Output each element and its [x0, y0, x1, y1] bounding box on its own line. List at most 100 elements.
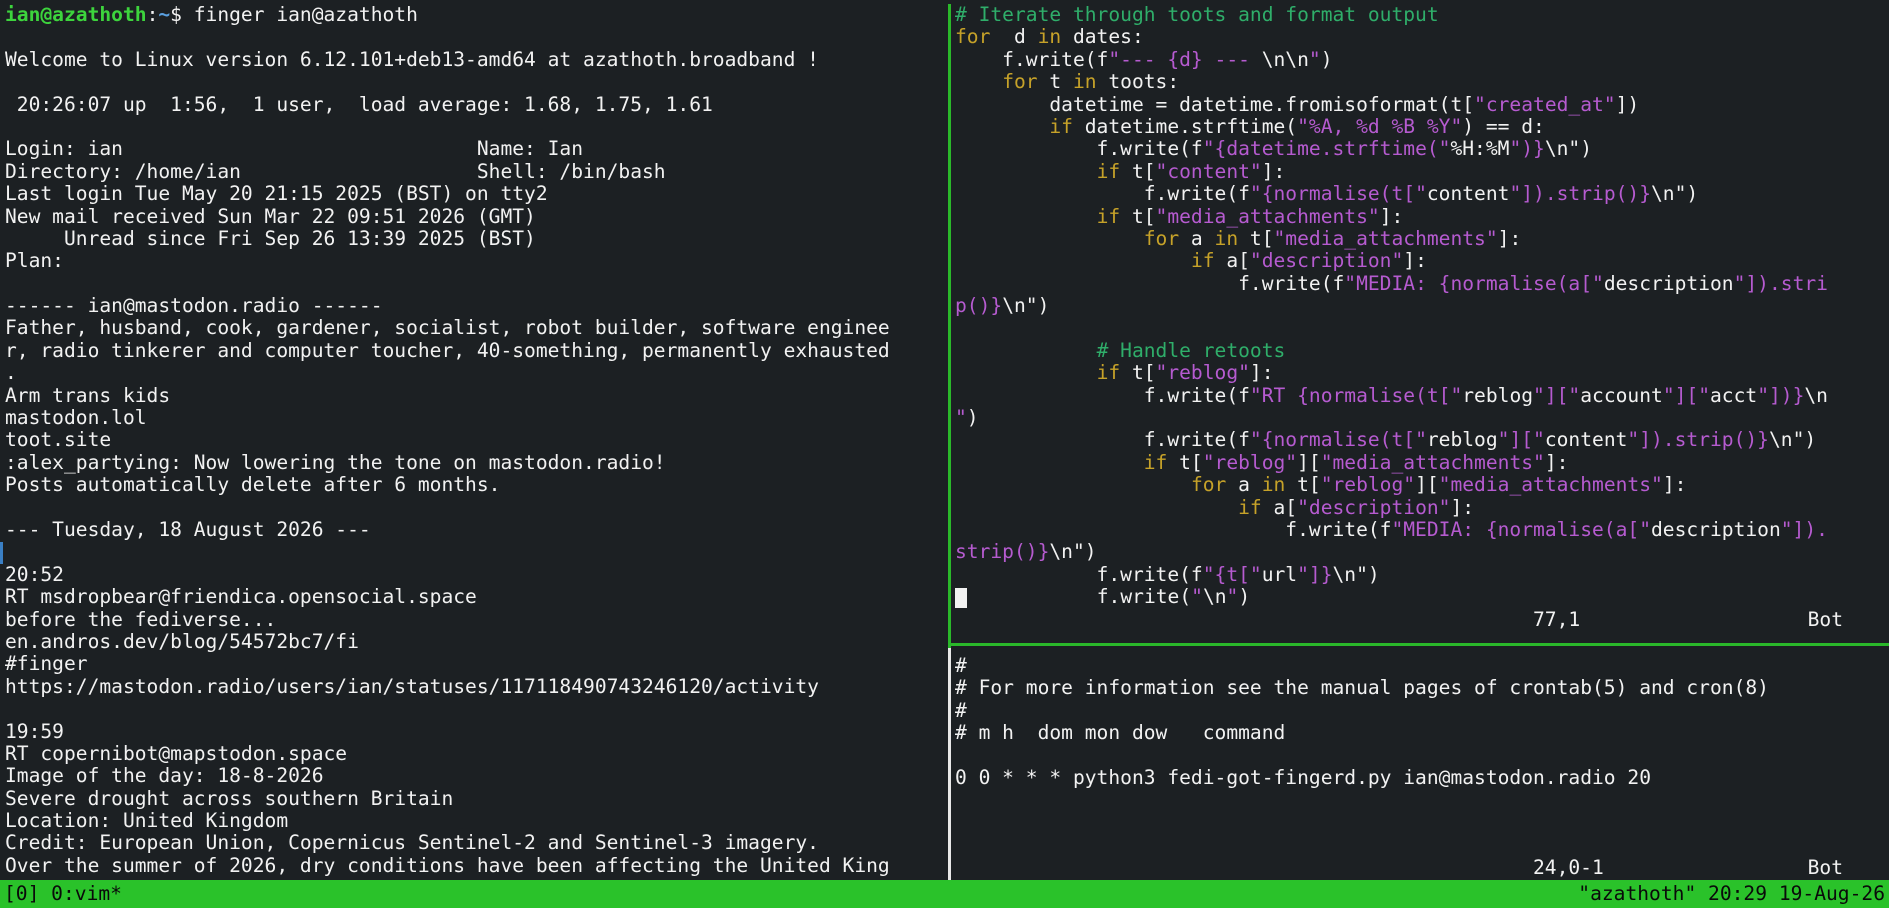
code-token: "MEDIA: {normalise(a[": [1391, 517, 1651, 541]
terminal-output-line: Credit: European Union, Copernicus Senti…: [5, 831, 819, 855]
vim-cursor: [955, 587, 967, 608]
crontab-ruler-position: 24,0-1: [1533, 855, 1604, 879]
code-token: ): [1320, 47, 1333, 71]
code-token: ]): [1615, 92, 1640, 116]
code-token: \n\n: [1261, 47, 1309, 71]
code-token: \n"): [1651, 182, 1699, 206]
code-token: \n: [1202, 585, 1227, 609]
code-line: strip()}\n"): [955, 541, 1885, 563]
code-token: "media_attachments": [1320, 450, 1545, 474]
vim-ruler-position: 77,1: [1533, 607, 1581, 631]
code-token: ): [1238, 585, 1251, 609]
code-editor[interactable]: # Iterate through toots and format outpu…: [955, 4, 1885, 609]
crontab-editor-pane[interactable]: # # For more information see the manual p…: [955, 655, 1885, 880]
code-token: "{datetime.strftime(": [1202, 137, 1451, 161]
code-token: \n"): [1544, 137, 1593, 161]
code-token: \n"): [1002, 294, 1050, 318]
crontab-line: # For more information see the manual pa…: [955, 676, 1769, 700]
terminal-output-line: before the fediverse...: [5, 607, 277, 631]
code-token: # Handle retoots: [1096, 338, 1286, 362]
code-token: t[: [1120, 159, 1156, 183]
code-token: "RT {normalise(t[": [1249, 383, 1463, 407]
code-token: for: [1002, 70, 1038, 94]
code-token: \n: [1804, 383, 1828, 407]
code-line: for d in dates:: [955, 26, 1885, 48]
left-terminal-pane[interactable]: ian@azathoth:~$ finger ian@azathoth Welc…: [5, 4, 945, 879]
crontab-line: [955, 745, 1885, 767]
code-token: account: [1580, 383, 1663, 407]
crontab-content[interactable]: # # For more information see the manual p…: [955, 655, 1885, 857]
code-token: in: [1037, 25, 1062, 49]
code-line: f.write(f"{normalise(t["content"]).strip…: [955, 182, 1885, 206]
code-token: "][": [1662, 383, 1710, 407]
code-token: "content": [1155, 159, 1262, 183]
code-line: f.write(f"RT {normalise(t["reblog"]["acc…: [955, 383, 1885, 407]
terminal-output-line: https://mastodon.radio/users/ian/statuse…: [5, 674, 819, 698]
code-line: p()}\n"): [955, 294, 1885, 318]
vim-editor-pane[interactable]: # Iterate through toots and format outpu…: [955, 4, 1885, 640]
code-token: "]).stri: [1733, 271, 1828, 295]
code-token: "MEDIA: {normalise(a[": [1344, 271, 1604, 295]
code-token: \n"): [1768, 428, 1817, 452]
terminal-output-line: RT copernibot@mapstodon.space: [5, 741, 348, 765]
code-token: for: [1143, 226, 1180, 250]
code-token: toots:: [1096, 70, 1180, 94]
code-token: ": [955, 406, 967, 430]
terminal-output-line: toot.site: [5, 428, 112, 452]
tmux-window-list[interactable]: [0] 0:vim*: [4, 880, 122, 908]
code-line: for t in toots:: [955, 70, 1885, 94]
terminal-output-line: r, radio tinkerer and computer toucher, …: [5, 338, 890, 362]
code-token: "]).strip()}: [1627, 428, 1769, 452]
code-token: ": [1308, 47, 1321, 71]
code-line: f.write(f"{datetime.strftime("%H:%M")}\n…: [955, 138, 1885, 160]
terminal-output-line: Posts automatically delete after 6 month…: [5, 473, 501, 497]
tmux-status-bar: [0] 0:vim* "azathoth" 20:29 19-Aug-26: [0, 880, 1889, 908]
horizontal-pane-divider[interactable]: [951, 643, 1889, 646]
terminal-output-line: New mail received Sun Mar 22 09:51 2026 …: [5, 204, 536, 228]
code-token: t[: [1120, 204, 1156, 228]
code-line: # Iterate through toots and format outpu…: [955, 4, 1885, 26]
code-token: f.write(f: [955, 47, 1109, 71]
code-token: in: [1072, 70, 1097, 94]
terminal-output-line: Unread since Fri Sep 26 13:39 2025 (BST): [5, 226, 536, 250]
code-line: f.write(f"{t["url"]}\n"): [955, 562, 1885, 586]
code-token: "])}: [1757, 383, 1805, 407]
code-token: \n"): [1332, 562, 1380, 586]
terminal-output-line: mastodon.lol: [5, 406, 147, 430]
crontab-line: 0 0 * * * python3 fedi-got-fingerd.py ia…: [955, 765, 1651, 789]
terminal-output-line: #finger: [5, 652, 88, 676]
code-token: "][": [1497, 428, 1545, 452]
code-line: for a in t["reblog"]["media_attachments"…: [955, 474, 1885, 496]
vertical-pane-divider-lower[interactable]: [948, 648, 951, 880]
code-token: description: [1603, 271, 1734, 295]
code-token: ]:: [1403, 249, 1427, 273]
code-token: "media_attachments": [1155, 204, 1380, 228]
code-line: f.write(f"{normalise(t["reblog"]["conten…: [955, 429, 1885, 451]
code-token: datetime = datetime.fromisoformat(t[: [955, 92, 1475, 116]
code-token: f.write(f: [955, 137, 1203, 161]
code-token: t[: [1238, 226, 1274, 250]
code-token: reblog: [1462, 383, 1534, 407]
code-token: f.write(f: [955, 428, 1250, 452]
code-token: if: [1190, 249, 1215, 273]
code-token: "reblog": [1155, 361, 1250, 385]
code-token: t[: [1167, 450, 1203, 474]
code-token: content: [1426, 182, 1510, 206]
code-token: for: [955, 25, 991, 49]
terminal-output-line: --- Tuesday, 18 August 2026 ---: [5, 517, 371, 541]
crontab-ruler-scroll: Bot: [1807, 855, 1843, 879]
code-token: "media_attachments": [1438, 473, 1663, 497]
code-token: ": [1191, 585, 1203, 609]
code-token: strip()}: [955, 540, 1050, 564]
terminal-output-line: .: [5, 361, 17, 385]
